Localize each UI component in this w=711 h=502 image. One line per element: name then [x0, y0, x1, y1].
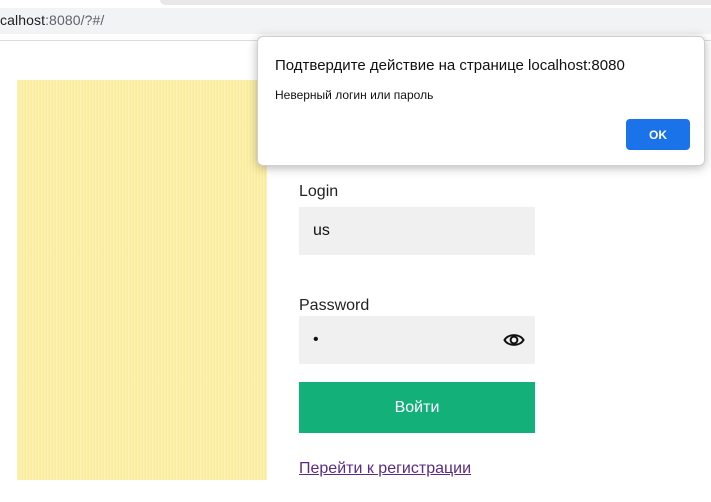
- dialog-ok-label: OK: [649, 127, 667, 142]
- password-input-value: •: [313, 331, 319, 348]
- login-submit-button[interactable]: Войти: [299, 382, 535, 433]
- dialog-ok-button[interactable]: OK: [626, 119, 690, 150]
- browser-toolbar: calhost:8080/?#/: [0, 0, 711, 41]
- eye-icon[interactable]: [503, 330, 525, 350]
- url-text[interactable]: calhost:8080/?#/: [0, 12, 104, 28]
- login-submit-label: Войти: [394, 398, 440, 416]
- dialog-title: Подтвердите действие на странице localho…: [275, 57, 625, 74]
- password-label: Password: [299, 297, 370, 314]
- login-label: Login: [299, 183, 339, 200]
- dialog-message: Неверный логин или пароль: [275, 88, 434, 102]
- confirm-dialog: Подтвердите действие на странице localho…: [257, 36, 705, 166]
- register-link[interactable]: Перейти к регистрации: [299, 460, 471, 478]
- login-input-value: us: [313, 222, 330, 239]
- tab-strip: [160, 0, 711, 5]
- password-input[interactable]: •: [299, 316, 535, 364]
- decorative-paper-image: [17, 80, 267, 480]
- url-path: :8080/?#/: [45, 12, 105, 28]
- login-input[interactable]: us: [299, 207, 535, 255]
- url-host: calhost: [0, 12, 46, 28]
- address-bar[interactable]: [0, 8, 711, 34]
